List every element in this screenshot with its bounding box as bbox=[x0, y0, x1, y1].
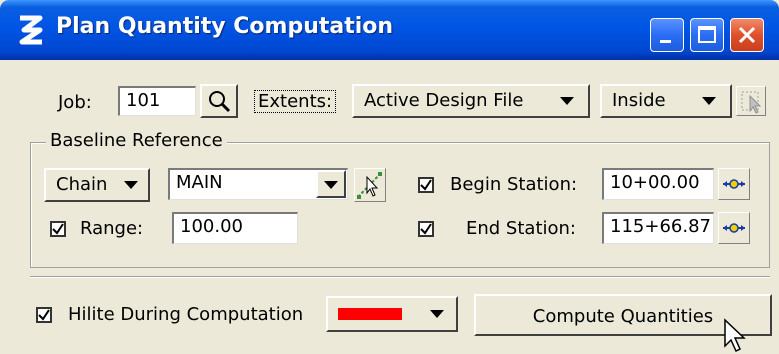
hilite-color-swatch bbox=[338, 308, 402, 320]
chevron-down-icon bbox=[324, 181, 338, 189]
baseline-reference-group bbox=[30, 142, 770, 268]
chain-value: MAIN bbox=[176, 172, 223, 193]
chain-select-icon bbox=[357, 172, 382, 199]
chain-select-button[interactable] bbox=[354, 168, 386, 202]
hilite-color-dropdown[interactable] bbox=[326, 296, 458, 332]
range-input[interactable]: 100.00 bbox=[172, 212, 298, 244]
chevron-down-icon bbox=[124, 181, 138, 189]
extents-mode: Inside bbox=[612, 90, 666, 111]
range-checkbox[interactable] bbox=[50, 221, 66, 237]
select-element-button[interactable] bbox=[736, 86, 766, 116]
maximize-icon bbox=[698, 26, 716, 43]
extents-label: Extents: bbox=[254, 90, 337, 113]
chevron-down-icon bbox=[702, 97, 716, 105]
station-target-icon bbox=[723, 223, 745, 233]
checkmark-icon bbox=[38, 309, 50, 321]
minimize-icon bbox=[660, 40, 671, 43]
range-label: Range: bbox=[80, 218, 144, 239]
separator bbox=[30, 276, 770, 278]
extents-mode-dropdown[interactable]: Inside bbox=[600, 84, 732, 118]
magnifier-icon bbox=[209, 91, 231, 113]
chevron-down-icon bbox=[560, 97, 574, 105]
minimize-button[interactable] bbox=[650, 18, 684, 52]
job-input[interactable]: 101 bbox=[118, 86, 196, 116]
baseline-reference-title: Baseline Reference bbox=[46, 130, 227, 151]
app-logo-icon bbox=[19, 15, 43, 45]
close-icon bbox=[738, 26, 756, 44]
maximize-button[interactable] bbox=[690, 18, 724, 52]
station-target-icon bbox=[723, 179, 745, 189]
chain-button-label: Chain bbox=[56, 174, 108, 195]
end-station-locate-button[interactable] bbox=[718, 212, 750, 244]
checkmark-icon bbox=[420, 223, 432, 235]
end-station-checkbox[interactable] bbox=[418, 221, 434, 237]
end-station-input[interactable]: 115+66.87 bbox=[602, 212, 714, 244]
begin-station-label: Begin Station: bbox=[450, 174, 578, 195]
cursor-arrow-icon bbox=[724, 318, 746, 353]
hilite-label: Hilite During Computation bbox=[68, 304, 304, 325]
title-bar[interactable]: Plan Quantity Computation bbox=[0, 0, 779, 60]
checkmark-icon bbox=[52, 223, 64, 235]
begin-station-checkbox[interactable] bbox=[418, 177, 434, 193]
begin-station-locate-button[interactable] bbox=[718, 168, 750, 200]
extents-selected: Active Design File bbox=[364, 90, 524, 111]
select-element-icon bbox=[741, 91, 762, 114]
end-station-label: End Station: bbox=[466, 218, 576, 239]
job-label: Job: bbox=[58, 92, 92, 113]
begin-station-input[interactable]: 10+00.00 bbox=[602, 168, 714, 200]
chain-button[interactable]: Chain bbox=[44, 168, 150, 202]
checkmark-icon bbox=[420, 179, 432, 191]
job-browse-button[interactable] bbox=[200, 84, 238, 118]
window-title: Plan Quantity Computation bbox=[56, 14, 394, 39]
dialog-window: Plan Quantity Computation Job: 101 Exten… bbox=[0, 0, 779, 354]
close-button[interactable] bbox=[730, 18, 764, 52]
extents-dropdown[interactable]: Active Design File bbox=[352, 84, 590, 118]
hilite-checkbox[interactable] bbox=[36, 307, 52, 323]
chevron-down-icon bbox=[430, 310, 444, 318]
chain-combo-dropdown[interactable] bbox=[316, 170, 346, 198]
